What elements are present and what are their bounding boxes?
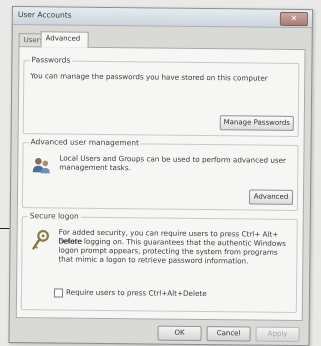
secure-logon-group: Secure logon For added security, you can… — [21, 216, 298, 313]
advanced-user-management-group: Advanced user management Local Users and… — [22, 142, 299, 211]
tab-advanced[interactable]: Advanced — [41, 31, 89, 48]
manage-passwords-button[interactable]: Manage Passwords — [220, 115, 294, 131]
advanced-tab-panel: Passwords You can manage the passwords y… — [16, 46, 306, 321]
cancel-button[interactable]: Cancel — [207, 326, 251, 341]
window-title: User Accounts — [18, 10, 72, 20]
advanced-description-line2: management tasks. — [59, 163, 131, 173]
require-ctrl-alt-delete-label[interactable]: Require users to press Ctrl+Alt+Delete — [66, 288, 207, 298]
advanced-user-management-heading: Advanced user management — [29, 137, 142, 147]
key-icon — [30, 229, 50, 251]
title-bar: User Accounts ✕ — [13, 7, 312, 28]
advanced-button[interactable]: Advanced — [249, 189, 293, 204]
apply-button[interactable]: Apply — [255, 327, 299, 342]
require-ctrl-alt-delete-checkbox[interactable] — [54, 288, 63, 297]
passwords-group: Passwords You can manage the passwords y… — [23, 60, 300, 137]
secure-logon-line4: that mimic a logon to retrieve password … — [58, 254, 248, 265]
users-icon — [31, 155, 51, 175]
close-button[interactable]: ✕ — [280, 12, 308, 26]
secure-logon-heading: Secure logon — [28, 211, 81, 221]
ok-button[interactable]: OK — [158, 326, 202, 341]
passwords-description: You can manage the passwords you have st… — [30, 71, 268, 82]
user-accounts-dialog: User Accounts ✕ Users Advanced Passwords… — [8, 6, 313, 346]
passwords-heading: Passwords — [29, 55, 72, 64]
